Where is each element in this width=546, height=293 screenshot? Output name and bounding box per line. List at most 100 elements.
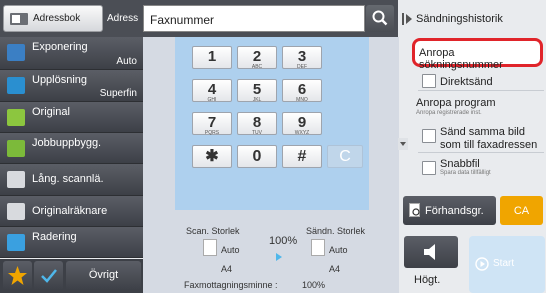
key-5[interactable]: 5 JKL — [237, 79, 277, 103]
key-1[interactable]: 1 — [192, 46, 232, 69]
scan-paper: A4 — [221, 264, 233, 274]
job-build-icon — [7, 140, 25, 157]
ca-label: CA — [513, 205, 530, 217]
send-same-image-checkbox[interactable] — [422, 129, 436, 143]
speaker-icon — [424, 244, 435, 260]
erase-button[interactable]: Radering — [0, 227, 143, 258]
job-build-button[interactable]: Jobbuppbygg. — [0, 133, 143, 164]
key-digit: # — [297, 148, 307, 165]
original-counter-icon — [7, 203, 25, 220]
scroll-down-icon[interactable] — [398, 138, 408, 150]
fax-number-input[interactable]: Faxnummer — [143, 5, 365, 32]
long-scan-label: Lång. scannlä. — [32, 173, 104, 185]
direct-send-option[interactable]: Direktsänd — [418, 68, 544, 91]
other-label: Övrigt — [88, 269, 119, 281]
send-mode: Auto — [329, 245, 348, 255]
erase-label: Radering — [32, 231, 77, 243]
preview-icon — [409, 203, 420, 217]
address-book-button[interactable]: Adressbok — [3, 5, 103, 32]
send-same-image-label-2: som till faxadressen — [440, 139, 538, 151]
key-letters: ABC — [251, 64, 263, 70]
send-document-icon — [311, 239, 325, 256]
address-book-icon — [10, 13, 28, 25]
key-letters: MNO — [296, 97, 308, 103]
key-0[interactable]: 0 — [237, 145, 277, 168]
collapse-arrow-icon[interactable] — [402, 13, 412, 25]
original-counter-button[interactable]: Originalräknare — [0, 196, 143, 227]
key-letters: WXYZ — [294, 130, 310, 136]
key-8[interactable]: 8 TUV — [237, 112, 277, 136]
star-icon — [8, 266, 27, 285]
job-build-label: Jobbuppbygg. — [32, 137, 102, 149]
long-scan-button[interactable]: Lång. scannlä. — [0, 164, 143, 196]
resolution-button[interactable]: Upplösning Superfin — [0, 70, 143, 102]
direct-send-checkbox[interactable] — [422, 74, 436, 88]
checkmark-icon — [41, 269, 57, 283]
polling-program-button[interactable]: Anropa program — [416, 97, 496, 109]
original-icon — [7, 109, 25, 126]
polling-address-button[interactable]: Anropa sökningsnummer — [412, 38, 543, 71]
key-4[interactable]: 4 GHI — [192, 79, 232, 103]
key-digit: 8 — [252, 114, 262, 131]
address-book-label: Adressbok — [33, 13, 81, 24]
key-digit: 9 — [297, 114, 307, 131]
key-2[interactable]: 2 ABC — [237, 46, 277, 70]
memory-value: 100% — [302, 280, 326, 290]
start-icon — [475, 257, 489, 271]
key-digit: 7 — [207, 114, 217, 131]
scan-info-panel: Scan. Storlek Sändn. Storlek Auto 100% A… — [175, 213, 369, 276]
memory-label: Faxmottagningsminne : — [184, 280, 278, 290]
key-7[interactable]: 7 PQRS — [192, 112, 232, 136]
favorite-button[interactable] — [3, 261, 32, 290]
key-digit: 2 — [252, 48, 262, 65]
key-3[interactable]: 3 DEF — [282, 46, 322, 70]
key-9[interactable]: 9 WXYZ — [282, 112, 322, 136]
key-digit: 6 — [297, 81, 307, 98]
start-button[interactable]: Start — [469, 236, 545, 293]
preview-button[interactable]: Förhandsgr. — [403, 196, 496, 225]
search-button[interactable] — [366, 5, 394, 32]
clear-all-button[interactable]: CA — [500, 196, 543, 225]
polling-program-sub: Anropa registrerade inst. — [416, 110, 482, 116]
key-letters: DEF — [297, 64, 307, 70]
fax-number-placeholder: Faxnummer — [150, 13, 215, 27]
check-button[interactable] — [34, 261, 63, 290]
other-button[interactable]: Övrigt — [66, 261, 141, 290]
quick-file-checkbox[interactable] — [422, 161, 436, 175]
send-paper: A4 — [329, 264, 341, 274]
original-label: Original — [32, 106, 70, 118]
original-button[interactable]: Original — [0, 102, 143, 133]
key-6[interactable]: 6 MNO — [282, 79, 322, 103]
key-letters: PQRS — [204, 130, 220, 136]
transmission-history-button[interactable]: Sändningshistorik — [416, 13, 503, 25]
erase-icon — [7, 234, 25, 251]
send-size-label: Sändn. Storlek — [306, 226, 366, 236]
key-letters: JKL — [252, 97, 262, 103]
resolution-label: Upplösning — [32, 74, 88, 86]
key-hash[interactable]: # — [282, 145, 322, 168]
scan-document-icon — [203, 239, 217, 256]
start-label: Start — [493, 258, 515, 269]
exposure-value: Auto — [116, 56, 137, 67]
key-digit: 4 — [207, 81, 217, 98]
key-digit: 0 — [252, 148, 262, 165]
resolution-value: Superfin — [99, 88, 137, 99]
arrow-right-icon — [276, 253, 282, 261]
key-letters: GHI — [207, 97, 217, 103]
key-digit: ✱ — [205, 148, 219, 165]
search-icon — [372, 10, 388, 26]
key-digit: 1 — [207, 48, 217, 65]
polling-program-label: Anropa program — [416, 97, 496, 109]
exposure-label: Exponering — [32, 41, 88, 53]
quick-file-option[interactable]: Snabbfil Spara data tillfälligt — [418, 154, 544, 182]
ratio-value: 100% — [269, 235, 298, 247]
original-counter-label: Originalräknare — [32, 205, 108, 217]
speaker-button[interactable] — [404, 236, 458, 268]
speaker-label: Högt. — [414, 274, 441, 286]
exposure-button[interactable]: Exponering Auto — [0, 37, 143, 70]
send-same-image-option[interactable]: Sänd samma bild som till faxadressen — [418, 121, 544, 153]
long-scan-icon — [7, 171, 25, 188]
address-label: Adress — [107, 13, 139, 24]
key-star[interactable]: ✱ — [192, 145, 232, 168]
clear-button[interactable]: C — [327, 145, 363, 168]
